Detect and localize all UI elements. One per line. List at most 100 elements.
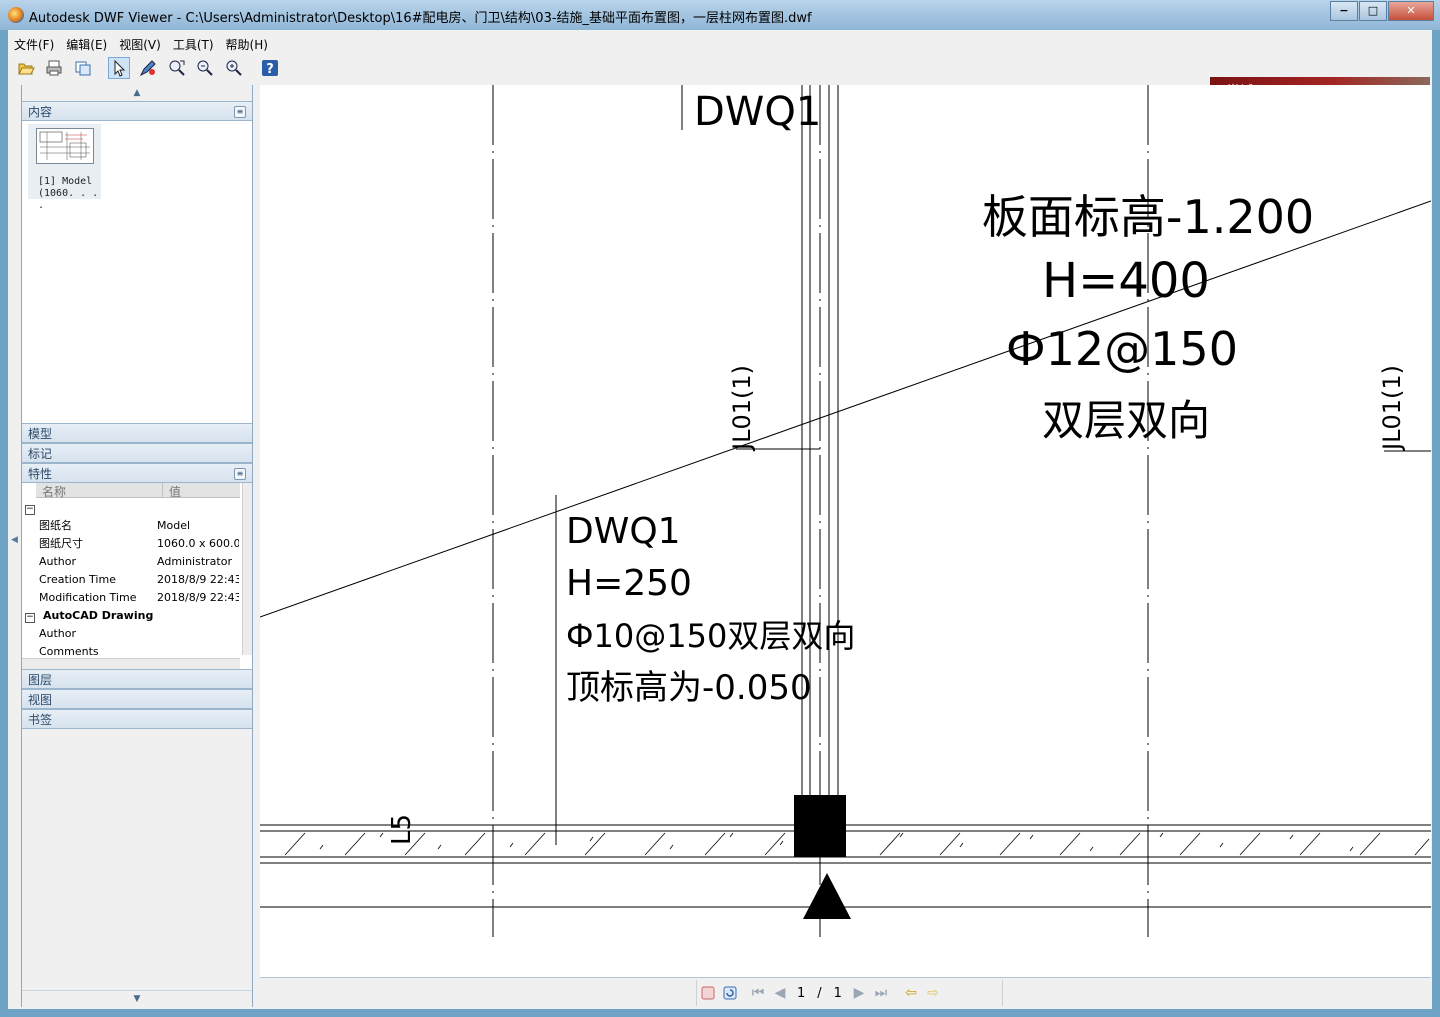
menu-view[interactable]: 视图(V) [113,34,167,54]
sidebar-scroll-down[interactable]: ▼ [22,990,252,1007]
thumbnail-label: [1] Model (1060. . . . [38,176,101,212]
beam-tag-right: JL01(1) [1378,365,1406,452]
col-name-header[interactable]: 名称 [42,483,66,500]
forward-button[interactable]: ⇨ [922,982,944,1004]
page-navigation-bar: ⏮ ◀ 1 / 1 ▶ ⏭ ⇦ ⇨ [260,977,1431,1008]
sidebar-scroll-up[interactable]: ▲ [22,85,252,101]
model-panel-header[interactable]: 模型 [22,423,252,443]
select-tool-button[interactable] [108,57,130,79]
property-value: Model [157,519,191,532]
help-button[interactable]: ? [259,57,281,79]
slab-note-line: 板面标高-1.200 [982,190,1314,244]
property-row: Creation Time 2018/8/9 22:43: [22,571,240,589]
menu-tools[interactable]: 工具(T) [167,34,220,54]
last-page-button[interactable]: ⏭ [870,982,892,1004]
prev-page-button[interactable]: ◀ [769,982,791,1004]
zoom-rect-button[interactable] [166,57,188,79]
page-separator: / [817,985,822,1001]
thumbnail-label-line1: [1] Model [38,176,93,187]
sidebar: ▲ 内容 ≡ [1] Model (1060. . . . 模型 标记 特性 ≡… [21,85,253,1007]
column-block [794,795,846,857]
property-value: Administrator [157,555,232,568]
properties-grid: 名称 值 − 图纸名 Model 图纸尺寸 1060.0 x 600.0 m A… [22,483,252,669]
wall-note-line: 顶标高为-0.050 [566,668,812,708]
markup-tool-button[interactable] [137,57,159,79]
stop-button[interactable] [697,982,719,1004]
property-row: Modification Time 2018/8/9 22:43: [22,589,240,607]
collapse-icon[interactable]: ≡ [234,106,246,118]
layers-panel-header[interactable]: 图层 [22,669,252,689]
zoom-rect-icon [169,60,185,76]
stop-icon [701,986,715,1000]
refresh-button[interactable] [719,982,741,1004]
sheet-thumbnail[interactable]: [1] Model (1060. . . . [28,124,101,211]
toolbar: ? 尝试 DWF Composer [8,54,1432,108]
svg-text:?: ? [266,62,274,77]
help-icon: ? [262,60,278,77]
minimize-button[interactable]: − [1330,1,1358,21]
drawing-canvas[interactable]: L5 DWQ1 JL01(1) JL01(1) 板面标高-1.200 H=400… [260,85,1431,1007]
properties-header: 名称 值 [36,483,240,500]
collapse-icon[interactable]: ≡ [234,468,246,480]
wall-note-line: H=250 [566,563,692,604]
print-button[interactable] [43,57,65,79]
property-group-row: AutoCAD Drawing [22,607,240,625]
property-name: Author [39,555,77,568]
open-button[interactable] [15,57,37,79]
property-value: 1060.0 x 600.0 m [157,537,239,550]
copy-icon [75,61,91,76]
menu-edit[interactable]: 编辑(E) [60,34,113,54]
property-name: 图纸尺寸 [39,537,83,550]
menu-bar: 文件(F) 编辑(E) 视图(V) 工具(T) 帮助(H) [8,34,1432,54]
section-line [260,200,1431,618]
maximize-button[interactable]: □ [1359,1,1387,21]
copy-button[interactable] [72,57,94,79]
first-page-icon: ⏮ [751,985,765,1001]
properties-panel-header[interactable]: 特性 ≡ [22,463,252,483]
property-row: 图纸名 Model [22,517,240,535]
group-toggle-icon[interactable]: − [25,505,35,515]
property-name: 图纸名 [39,519,72,532]
zoom-icon [197,60,213,76]
fit-to-window-button[interactable] [223,57,245,79]
properties-vertical-scrollbar[interactable] [242,483,252,655]
content-panel-title: 内容 [28,105,53,119]
forward-arrow-icon: ⇨ [927,985,939,1001]
wall-note-line: DWQ1 [566,511,681,552]
refresh-icon [723,986,737,1000]
next-page-button[interactable]: ▶ [848,982,870,1004]
content-panel-header[interactable]: 内容 ≡ [22,101,252,121]
dimension-label: L5 [387,814,417,845]
properties-panel-title: 特性 [28,467,53,481]
first-page-button[interactable]: ⏮ [747,982,769,1004]
total-pages: 1 [833,985,842,1001]
property-group-name: AutoCAD Drawing [43,609,154,622]
menu-help[interactable]: 帮助(H) [220,34,274,54]
bookmarks-panel-header[interactable]: 书签 [22,709,252,729]
col-value-header[interactable]: 值 [162,483,181,499]
slab-note-line: H=400 [1042,253,1210,309]
collapse-sidebar-arrow[interactable]: ◀ [11,535,18,545]
prev-page-icon: ◀ [774,985,786,1001]
print-icon [46,60,62,76]
close-button[interactable]: ✕ [1388,1,1434,21]
current-page[interactable]: 1 [791,986,811,1001]
properties-horizontal-scrollbar[interactable] [22,658,240,669]
zoom-button[interactable] [194,57,216,79]
title-bar: Autodesk DWF Viewer - C:\Users\Administr… [0,0,1440,30]
wall-note-line: Ф10@150双层双向 [566,617,855,655]
menu-file[interactable]: 文件(F) [8,34,60,54]
markup-panel-header[interactable]: 标记 [22,443,252,463]
slab-note-line: 双层双向 [1042,396,1210,445]
fit-icon [226,60,242,76]
slab-note-line: Ф12@150 [1006,322,1238,376]
last-page-icon: ⏭ [874,985,888,1001]
back-button[interactable]: ⇦ [900,982,922,1004]
dwf-app-icon [8,7,24,23]
page-navigation: ⏮ ◀ 1 / 1 ▶ ⏭ ⇦ ⇨ [696,980,1003,1006]
markup-icon [139,60,156,77]
views-panel-header[interactable]: 视图 [22,689,252,709]
property-name: Creation Time [39,573,116,586]
content-pane: [1] Model (1060. . . . [22,121,252,423]
window-title: Autodesk DWF Viewer - C:\Users\Administr… [29,11,812,26]
